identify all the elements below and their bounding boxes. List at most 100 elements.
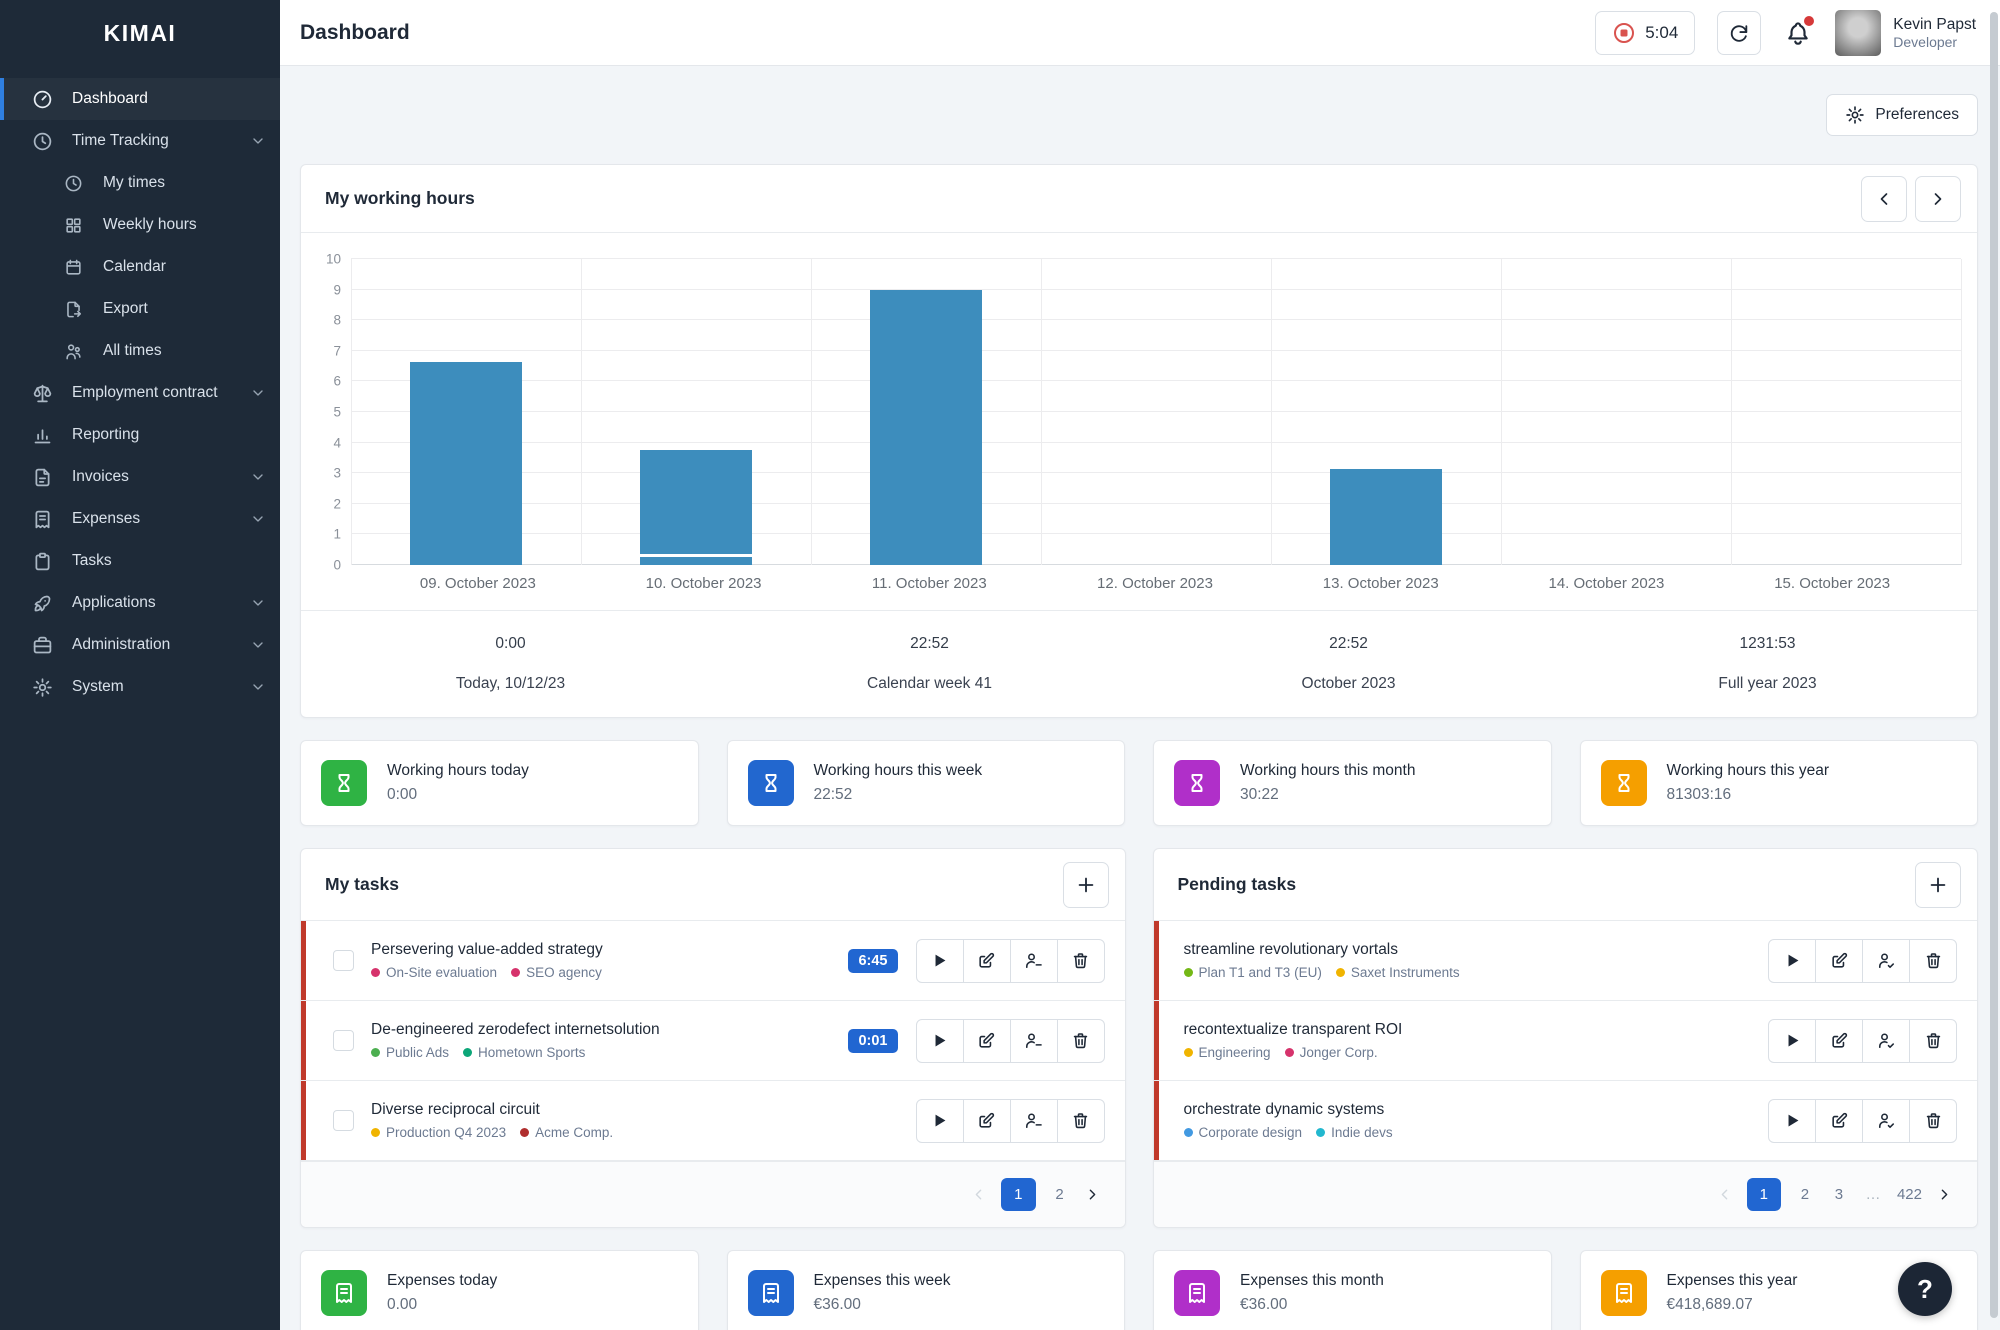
edit-button[interactable] [963, 1099, 1011, 1143]
stat-card-text: Working hours this year81303:16 [1667, 762, 1830, 804]
refresh-button[interactable] [1717, 11, 1761, 55]
brand-logo: KIMAI [0, 0, 280, 66]
sidebar-item-label: Calendar [103, 258, 266, 276]
sidebar-item-system[interactable]: System [0, 666, 280, 708]
grid-icon [64, 216, 83, 235]
task-checkbox[interactable] [333, 1030, 354, 1051]
trash-button[interactable] [1057, 1099, 1105, 1143]
chart-column-gridline [1731, 259, 1732, 565]
x-axis-label: 14. October 2023 [1494, 575, 1720, 592]
preferences-button[interactable]: Preferences [1826, 94, 1978, 136]
sidebar-item-my-times[interactable]: My times [0, 162, 280, 204]
edit-button[interactable] [963, 1019, 1011, 1063]
pagination-next[interactable] [1084, 1186, 1101, 1203]
pagination-page[interactable]: 2 [1050, 1186, 1070, 1203]
task-title[interactable]: streamline revolutionary vortals [1184, 941, 1769, 959]
sidebar-item-tasks[interactable]: Tasks [0, 540, 280, 582]
sidebar-item-administration[interactable]: Administration [0, 624, 280, 666]
trash-button[interactable] [1057, 1019, 1105, 1063]
task-title[interactable]: De-engineered zerodefect internetsolutio… [371, 1021, 848, 1039]
notifications-button[interactable] [1783, 18, 1813, 48]
avatar[interactable] [1835, 10, 1881, 56]
sidebar-item-weekly-hours[interactable]: Weekly hours [0, 204, 280, 246]
sidebar-item-reporting[interactable]: Reporting [0, 414, 280, 456]
sidebar-item-dashboard[interactable]: Dashboard [0, 78, 280, 120]
sidebar-item-export[interactable]: Export [0, 288, 280, 330]
edit-button[interactable] [963, 939, 1011, 983]
active-timer-button[interactable]: 5:04 [1595, 11, 1695, 55]
chart-prev-button[interactable] [1861, 176, 1907, 222]
task-checkbox[interactable] [333, 950, 354, 971]
sidebar-item-label: My times [103, 174, 266, 192]
chart-next-button[interactable] [1915, 176, 1961, 222]
trash-button[interactable] [1909, 1019, 1957, 1063]
add-task-button[interactable] [1915, 862, 1961, 908]
add-task-button[interactable] [1063, 862, 1109, 908]
vertical-scrollbar-thumb[interactable] [1990, 12, 1998, 1318]
users-icon [64, 342, 83, 361]
working-hours-title: My working hours [325, 188, 475, 209]
task-actions [916, 939, 1105, 983]
sidebar-item-time-tracking[interactable]: Time Tracking [0, 120, 280, 162]
play-button[interactable] [916, 1019, 964, 1063]
pagination-page[interactable]: 1 [1001, 1178, 1035, 1211]
play-button[interactable] [1768, 939, 1816, 983]
chevron-left-icon [1716, 1186, 1733, 1203]
user-minus-button[interactable] [1010, 1019, 1058, 1063]
trash-button[interactable] [1909, 939, 1957, 983]
edit-button[interactable] [1815, 939, 1863, 983]
stat-card-label: Expenses this month [1240, 1272, 1384, 1290]
task-title[interactable]: recontextualize transparent ROI [1184, 1021, 1769, 1039]
pagination-prev[interactable] [970, 1186, 987, 1203]
pagination-prev[interactable] [1716, 1186, 1733, 1203]
user-menu[interactable]: Kevin Papst Developer [1835, 10, 1976, 56]
task-title[interactable]: Persevering value-added strategy [371, 941, 848, 959]
bar-segment [410, 362, 523, 565]
user-minus-button[interactable] [1010, 1099, 1058, 1143]
play-button[interactable] [916, 939, 964, 983]
task-checkbox[interactable] [333, 1110, 354, 1131]
pagination-next[interactable] [1936, 1186, 1953, 1203]
user-check-button[interactable] [1862, 939, 1910, 983]
working-hours-panel-header: My working hours [301, 165, 1977, 233]
play-button[interactable] [916, 1099, 964, 1143]
rocket-icon [32, 593, 53, 614]
pagination-page[interactable]: 3 [1829, 1186, 1849, 1203]
sidebar: KIMAI DashboardTime Tracking My times Week… [0, 0, 280, 1330]
edit-button[interactable] [1815, 1099, 1863, 1143]
user-minus-button[interactable] [1010, 939, 1058, 983]
user-check-button[interactable] [1862, 1019, 1910, 1063]
sidebar-item-calendar[interactable]: Calendar [0, 246, 280, 288]
pagination-page[interactable]: 1 [1747, 1178, 1781, 1211]
task-panel-header: Pending tasks [1154, 849, 1978, 921]
y-axis-tick-label: 10 [326, 252, 341, 267]
user-check-button[interactable] [1862, 1099, 1910, 1143]
user-role: Developer [1893, 34, 1976, 50]
overdue-indicator [1154, 1081, 1159, 1160]
trash-button[interactable] [1057, 939, 1105, 983]
sidebar-item-label: All times [103, 342, 266, 360]
clock-icon [32, 131, 53, 152]
chevron-right-icon [1084, 1186, 1101, 1203]
edit-button[interactable] [1815, 1019, 1863, 1063]
chart-column-gridline [1501, 259, 1502, 565]
task-title[interactable]: Diverse reciprocal circuit [371, 1101, 916, 1119]
chevron-down-icon [250, 385, 266, 401]
sidebar-item-expenses[interactable]: Expenses [0, 498, 280, 540]
summary-value: 1231:53 [1558, 635, 1977, 653]
sidebar-item-employment-contract[interactable]: Employment contract [0, 372, 280, 414]
scale-icon [32, 383, 53, 404]
pagination-page[interactable]: 2 [1795, 1186, 1815, 1203]
trash-button[interactable] [1909, 1099, 1957, 1143]
sidebar-item-all-times[interactable]: All times [0, 330, 280, 372]
help-button[interactable]: ? [1898, 1262, 1952, 1316]
stat-card-value: €36.00 [814, 1296, 951, 1314]
task-title[interactable]: orchestrate dynamic systems [1184, 1101, 1769, 1119]
play-button[interactable] [1768, 1019, 1816, 1063]
sidebar-item-invoices[interactable]: Invoices [0, 456, 280, 498]
play-button[interactable] [1768, 1099, 1816, 1143]
chevron-right-icon [1928, 189, 1948, 209]
pagination-page[interactable]: 422 [1897, 1186, 1922, 1203]
sidebar-item-applications[interactable]: Applications [0, 582, 280, 624]
y-axis-tick-label: 9 [333, 282, 341, 297]
